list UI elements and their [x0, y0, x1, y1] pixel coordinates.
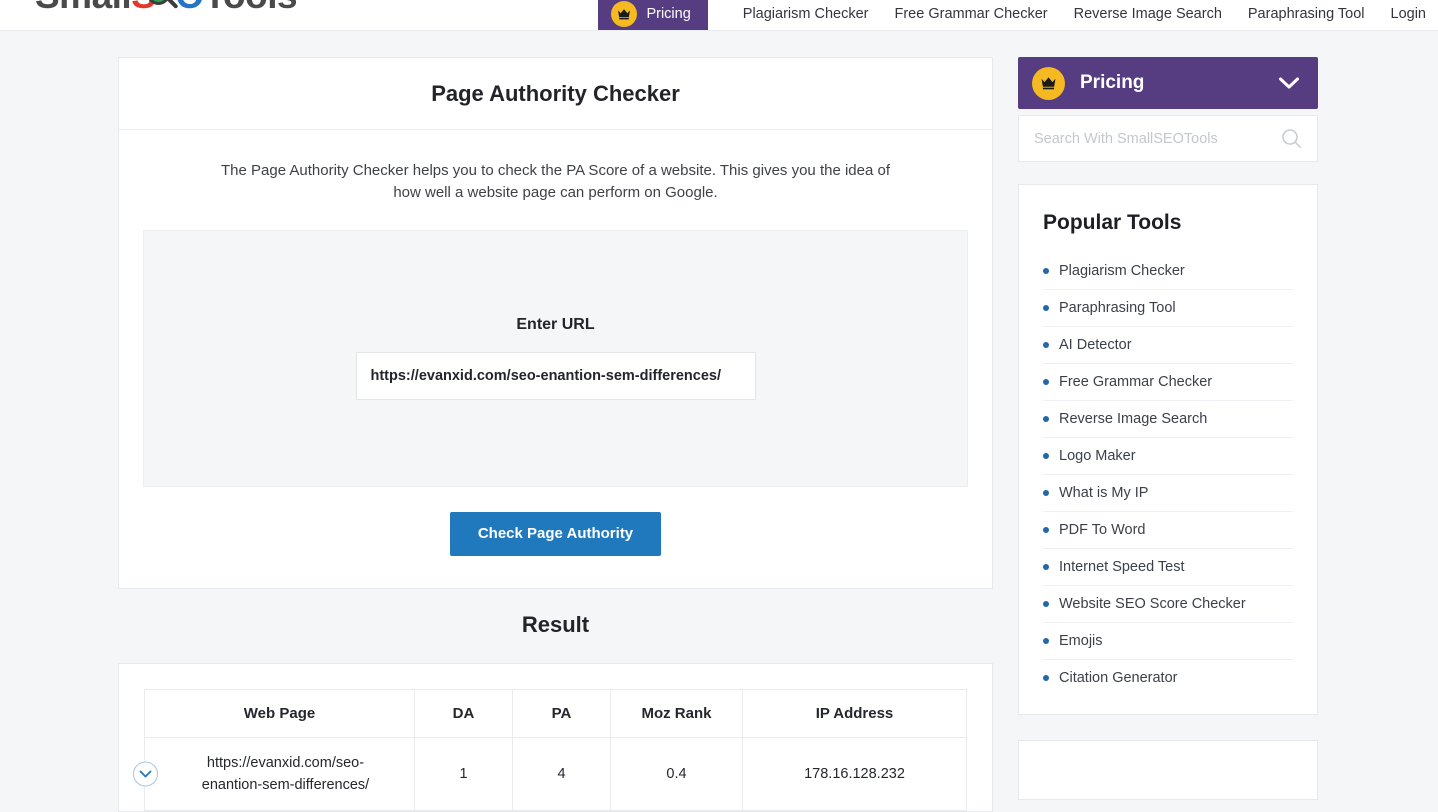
- check-button-row: Check Page Authority: [119, 487, 992, 588]
- sidebar-item-label: Citation Generator: [1059, 670, 1177, 686]
- popular-tools-title: Popular Tools: [1043, 211, 1293, 235]
- cell-web-page-text: https://evanxid.com/seo-enantion-sem-dif…: [202, 755, 369, 793]
- sidebar-item-label: PDF To Word: [1059, 522, 1146, 538]
- bullet-dot-icon: [1043, 490, 1049, 496]
- sidebar-pricing-panel[interactable]: Pricing: [1018, 57, 1318, 109]
- nav-item-paraphrasing-tool[interactable]: Paraphrasing Tool: [1235, 6, 1378, 22]
- crown-icon: [1032, 67, 1065, 100]
- search-input[interactable]: [1034, 131, 1281, 147]
- page-body: Page Authority Checker The Page Authorit…: [0, 31, 1438, 785]
- logo-text-prefix: Small: [35, 0, 131, 17]
- url-input[interactable]: [356, 352, 756, 400]
- bullet-dot-icon: [1043, 416, 1049, 422]
- enter-url-label: Enter URL: [516, 316, 594, 334]
- nav-pricing-button[interactable]: Pricing: [598, 0, 707, 31]
- bullet-dot-icon: [1043, 453, 1049, 459]
- sidebar: Pricing Popular Tools Plagiarism Checker: [1018, 57, 1318, 800]
- sidebar-secondary-card: [1018, 740, 1318, 800]
- nav-pricing-label: Pricing: [646, 6, 690, 22]
- nav-item-plagiarism-checker[interactable]: Plagiarism Checker: [730, 6, 882, 22]
- sidebar-pricing-label: Pricing: [1080, 72, 1278, 94]
- bullet-dot-icon: [1043, 527, 1049, 533]
- bullet-dot-icon: [1043, 379, 1049, 385]
- column-header-ip-address: IP Address: [743, 689, 967, 737]
- result-card: Web Page DA PA Moz Rank IP Address: [118, 663, 993, 812]
- sidebar-item-reverse-image-search[interactable]: Reverse Image Search: [1043, 401, 1293, 438]
- table-row: https://evanxid.com/seo-enantion-sem-dif…: [145, 737, 967, 811]
- sidebar-item-emojis[interactable]: Emojis: [1043, 623, 1293, 660]
- bullet-dot-icon: [1043, 268, 1049, 274]
- nav-item-reverse-image-search[interactable]: Reverse Image Search: [1061, 6, 1235, 22]
- bullet-dot-icon: [1043, 675, 1049, 681]
- sidebar-item-label: Free Grammar Checker: [1059, 374, 1212, 390]
- bullet-dot-icon: [1043, 564, 1049, 570]
- result-heading: Result: [118, 612, 993, 638]
- sidebar-item-label: Plagiarism Checker: [1059, 263, 1185, 279]
- cell-ip-address: 178.16.128.232: [743, 737, 967, 811]
- result-table: Web Page DA PA Moz Rank IP Address: [144, 689, 967, 812]
- column-header-moz-rank: Moz Rank: [611, 689, 743, 737]
- nav-item-free-grammar-checker[interactable]: Free Grammar Checker: [882, 6, 1061, 22]
- sidebar-item-what-is-my-ip[interactable]: What is My IP: [1043, 475, 1293, 512]
- sidebar-item-ai-detector[interactable]: AI Detector: [1043, 327, 1293, 364]
- cell-pa: 4: [513, 737, 611, 811]
- bullet-dot-icon: [1043, 601, 1049, 607]
- crown-icon: [611, 1, 637, 27]
- nav-item-login[interactable]: Login: [1378, 6, 1426, 22]
- bullet-dot-icon: [1043, 305, 1049, 311]
- site-header: SmallSOTools Pricing Plagiarism Checker …: [0, 0, 1438, 31]
- search-icon[interactable]: [1281, 128, 1302, 149]
- sidebar-item-label: Emojis: [1059, 633, 1103, 649]
- tool-card: Page Authority Checker The Page Authorit…: [118, 57, 993, 589]
- sidebar-item-label: What is My IP: [1059, 485, 1148, 501]
- cell-da: 1: [415, 737, 513, 811]
- sidebar-item-label: AI Detector: [1059, 337, 1132, 353]
- cell-web-page: https://evanxid.com/seo-enantion-sem-dif…: [145, 737, 415, 811]
- sidebar-item-label: Internet Speed Test: [1059, 559, 1185, 575]
- main-navigation: Pricing Plagiarism Checker Free Grammar …: [598, 0, 1426, 31]
- column-header-pa: PA: [513, 689, 611, 737]
- sidebar-item-website-seo-score-checker[interactable]: Website SEO Score Checker: [1043, 586, 1293, 623]
- column-header-da: DA: [415, 689, 513, 737]
- chevron-down-circle-icon[interactable]: [133, 761, 158, 786]
- cell-moz-rank: 0.4: [611, 737, 743, 811]
- sidebar-search-box[interactable]: [1018, 115, 1318, 162]
- sidebar-item-pdf-to-word[interactable]: PDF To Word: [1043, 512, 1293, 549]
- column-header-web-page: Web Page: [145, 689, 415, 737]
- main-content: Page Authority Checker The Page Authorit…: [118, 57, 993, 812]
- table-header-row: Web Page DA PA Moz Rank IP Address: [145, 689, 967, 737]
- tool-description: The Page Authority Checker helps you to …: [119, 130, 992, 204]
- sidebar-item-paraphrasing-tool[interactable]: Paraphrasing Tool: [1043, 290, 1293, 327]
- sidebar-item-label: Logo Maker: [1059, 448, 1136, 464]
- popular-tools-card: Popular Tools Plagiarism Checker Paraphr…: [1018, 184, 1318, 715]
- sidebar-item-label: Paraphrasing Tool: [1059, 300, 1176, 316]
- bullet-dot-icon: [1043, 342, 1049, 348]
- sidebar-item-logo-maker[interactable]: Logo Maker: [1043, 438, 1293, 475]
- logo-letter-o: O: [175, 0, 203, 17]
- check-page-authority-button[interactable]: Check Page Authority: [450, 512, 661, 556]
- page-title: Page Authority Checker: [119, 58, 992, 130]
- bullet-dot-icon: [1043, 638, 1049, 644]
- url-form-panel: Enter URL: [143, 230, 968, 487]
- sidebar-item-label: Website SEO Score Checker: [1059, 596, 1246, 612]
- site-logo[interactable]: SmallSOTools: [35, 0, 297, 17]
- sidebar-item-citation-generator[interactable]: Citation Generator: [1043, 660, 1293, 696]
- sidebar-item-internet-speed-test[interactable]: Internet Speed Test: [1043, 549, 1293, 586]
- chevron-down-icon[interactable]: [1278, 76, 1300, 90]
- sidebar-item-label: Reverse Image Search: [1059, 411, 1207, 427]
- logo-text-suffix: Tools: [204, 0, 297, 17]
- sidebar-item-free-grammar-checker[interactable]: Free Grammar Checker: [1043, 364, 1293, 401]
- magnifier-green-icon: [145, 0, 179, 14]
- sidebar-item-plagiarism-checker[interactable]: Plagiarism Checker: [1043, 253, 1293, 290]
